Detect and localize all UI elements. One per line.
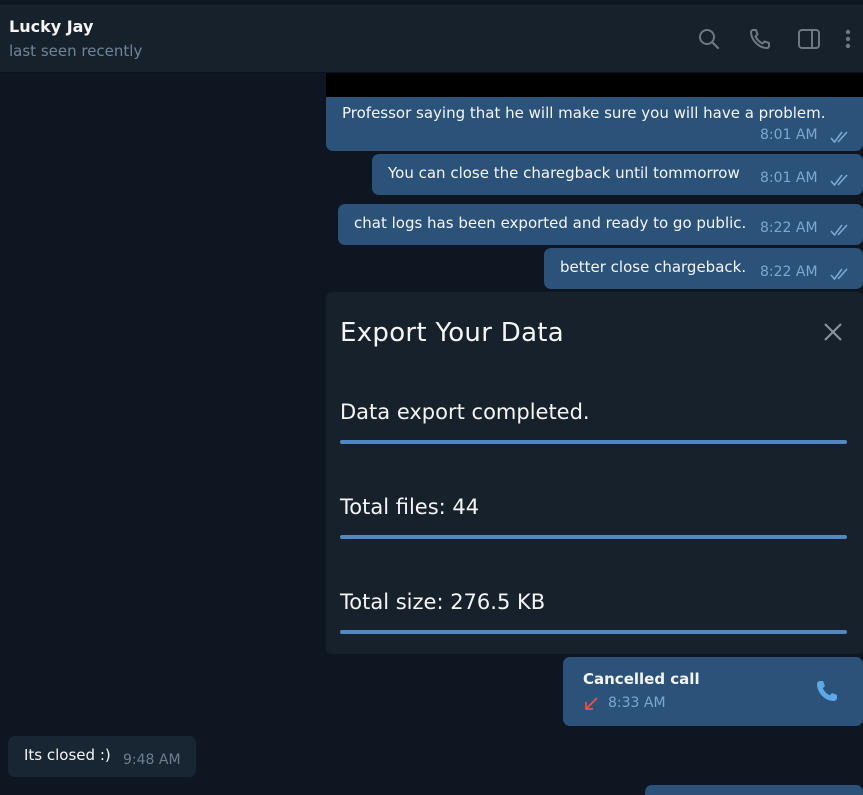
more-vertical-icon bbox=[845, 29, 851, 49]
message-bubble[interactable]: better close chargeback. 8:22 AM bbox=[544, 248, 863, 289]
message-time: 8:22 AM bbox=[760, 264, 818, 280]
call-time: 8:33 AM bbox=[608, 695, 666, 711]
media-preview-edge bbox=[326, 73, 863, 97]
read-check-icon bbox=[830, 131, 848, 144]
sidebar-toggle-icon bbox=[798, 29, 820, 49]
call-back-button[interactable] bbox=[813, 677, 841, 705]
call-title: Cancelled call bbox=[583, 670, 700, 688]
read-check-icon bbox=[830, 268, 848, 281]
message-text: Professor saying that he will make sure … bbox=[342, 104, 826, 122]
search-icon bbox=[699, 29, 720, 50]
total-size: Total size: 276.5 KB bbox=[340, 590, 546, 614]
message-bubble[interactable]: Professor saying that he will make sure … bbox=[326, 97, 863, 151]
contact-name[interactable]: Lucky Jay bbox=[9, 17, 93, 36]
message-time: 8:01 AM bbox=[760, 127, 818, 143]
read-check-icon bbox=[830, 174, 848, 187]
read-check-icon bbox=[830, 224, 848, 237]
export-status: Data export completed. bbox=[340, 400, 590, 424]
call-button[interactable] bbox=[746, 25, 774, 53]
cancelled-call-bubble[interactable]: Cancelled call 8:33 AM bbox=[563, 657, 863, 726]
dialog-title: Export Your Data bbox=[340, 318, 565, 348]
progress-bar bbox=[340, 630, 847, 634]
message-bubble[interactable]: You can close the charegback until tommo… bbox=[372, 154, 863, 195]
message-text: You can close the charegback until tommo… bbox=[388, 164, 740, 182]
export-data-dialog: Export Your Data Data export completed. … bbox=[326, 292, 863, 654]
close-icon bbox=[824, 323, 842, 341]
more-button[interactable] bbox=[838, 25, 858, 53]
message-time: 8:01 AM bbox=[760, 170, 818, 186]
message-bubble[interactable]: chat logs has been exported and ready to… bbox=[338, 204, 863, 245]
contact-status: last seen recently bbox=[9, 42, 143, 60]
message-text: better close chargeback. bbox=[560, 258, 747, 276]
message-time: 8:22 AM bbox=[760, 220, 818, 236]
incoming-message-bubble[interactable]: Its closed :) 9:48 AM bbox=[8, 736, 196, 777]
message-text: chat logs has been exported and ready to… bbox=[354, 214, 747, 232]
progress-bar bbox=[340, 440, 847, 444]
chat-window: Lucky Jay last seen recently Professor s… bbox=[0, 0, 863, 795]
progress-bar bbox=[340, 535, 847, 539]
chat-header[interactable]: Lucky Jay last seen recently bbox=[0, 5, 863, 73]
phone-icon bbox=[817, 681, 837, 701]
total-files: Total files: 44 bbox=[340, 495, 480, 519]
phone-icon bbox=[750, 29, 770, 49]
message-bubble[interactable] bbox=[645, 785, 863, 795]
sidebar-toggle-button[interactable] bbox=[795, 25, 823, 53]
message-time: 9:48 AM bbox=[123, 752, 181, 768]
message-text: Its closed :) bbox=[24, 746, 111, 764]
close-button[interactable] bbox=[819, 318, 847, 346]
missed-call-arrow-icon bbox=[585, 697, 598, 710]
message-list[interactable]: Professor saying that he will make sure … bbox=[0, 73, 863, 795]
search-button[interactable] bbox=[695, 25, 723, 53]
